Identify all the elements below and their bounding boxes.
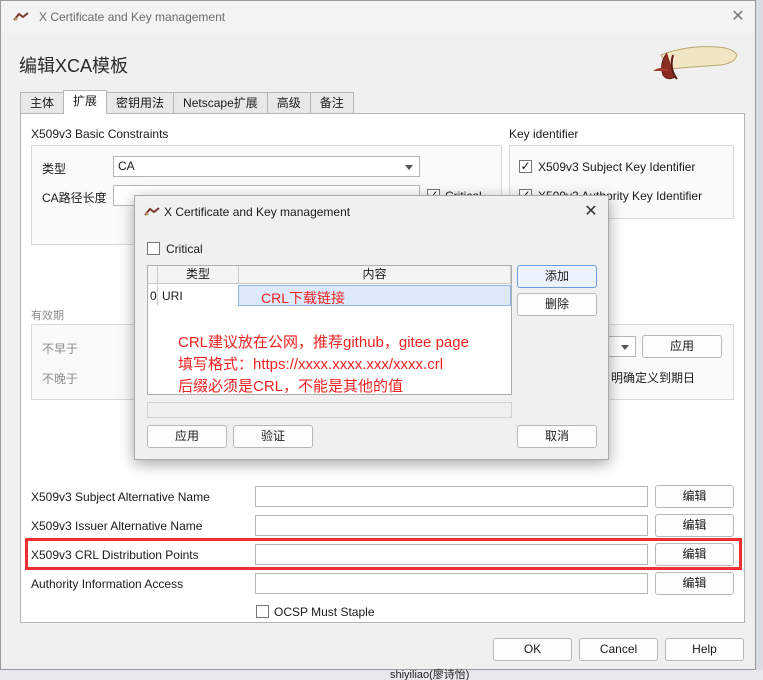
crl-edit-dialog: X Certificate and Key management ✕ Criti… xyxy=(134,195,609,460)
ian-input[interactable] xyxy=(255,515,648,536)
tab-advanced[interactable]: 高级 xyxy=(266,92,311,114)
close-icon[interactable]: ✕ xyxy=(729,6,747,26)
validity-apply-button[interactable]: 应用 xyxy=(642,335,722,358)
dialog-critical-label: Critical xyxy=(166,242,203,256)
row-content-cell[interactable]: CRL下载链接 xyxy=(238,285,511,306)
column-header-content: 内容 xyxy=(239,266,511,284)
dialog-title-bar[interactable]: X Certificate and Key management ✕ xyxy=(135,196,608,226)
key-identifier-title: Key identifier xyxy=(509,127,579,141)
background-window-edge xyxy=(756,0,763,670)
san-edit-button[interactable]: 编辑 xyxy=(655,485,734,508)
san-label: X509v3 Subject Alternative Name xyxy=(31,490,210,504)
row-content-text: CRL下载链接 xyxy=(261,290,346,306)
crl-highlight-box xyxy=(25,538,742,570)
help-button[interactable]: Help xyxy=(665,638,744,661)
ocsp-checkbox[interactable] xyxy=(256,605,269,618)
ski-checkbox[interactable]: ✓ xyxy=(519,160,532,173)
dialog-title: X Certificate and Key management xyxy=(164,205,351,219)
cancel-button[interactable]: Cancel xyxy=(579,638,658,661)
type-label: 类型 xyxy=(42,162,67,176)
annotation-line-1: CRL建议放在公网，推荐github，gitee page xyxy=(178,334,469,351)
annotation-line-3: 后缀必须是CRL，不能是其他的值 xyxy=(178,378,404,395)
san-input[interactable] xyxy=(255,486,648,507)
ocsp-label: OCSP Must Staple xyxy=(274,605,375,619)
page-title: 编辑XCA模板 xyxy=(19,56,129,76)
ca-type-select[interactable]: CA xyxy=(113,156,420,177)
midnight-label: 明确定义到期日 xyxy=(611,371,696,385)
dialog-critical-checkbox[interactable] xyxy=(147,242,160,255)
tab-comment[interactable]: 备注 xyxy=(309,92,354,114)
validity-title: 有效期 xyxy=(31,310,64,322)
ca-type-value: CA xyxy=(118,159,135,173)
title-bar[interactable]: X Certificate and Key management ✕ xyxy=(1,1,755,33)
pathlen-label: CA路径长度 xyxy=(42,191,107,205)
tab-netscape[interactable]: Netscape扩展 xyxy=(173,92,268,114)
taskbar xyxy=(0,670,763,680)
tab-subject[interactable]: 主体 xyxy=(20,92,65,114)
aia-input[interactable] xyxy=(255,573,648,594)
xca-app-icon xyxy=(144,207,160,216)
chevron-down-icon xyxy=(405,165,413,170)
xca-app-icon xyxy=(13,12,29,21)
column-header-type: 类型 xyxy=(158,266,239,284)
close-icon[interactable]: ✕ xyxy=(582,201,600,221)
aia-edit-button[interactable]: 编辑 xyxy=(655,572,734,595)
basic-constraints-title: X509v3 Basic Constraints xyxy=(31,127,169,141)
ok-button[interactable]: OK xyxy=(493,638,572,661)
not-after-label: 不晚于 xyxy=(42,372,79,386)
delete-button[interactable]: 删除 xyxy=(517,293,597,316)
dialog-apply-button[interactable]: 应用 xyxy=(147,425,227,448)
chevron-down-icon xyxy=(621,345,629,350)
horizontal-scrollbar[interactable] xyxy=(147,402,512,418)
aia-label: Authority Information Access xyxy=(31,577,184,591)
table-row[interactable]: 0 URI CRL下载链接 xyxy=(148,284,511,306)
row-type-cell: URI xyxy=(162,289,183,303)
ian-label: X509v3 Issuer Alternative Name xyxy=(31,519,203,533)
tab-bar: 主体 扩展 密钥用法 Netscape扩展 高级 备注 xyxy=(20,90,354,114)
taskbar-user-name: shiyiliao(廖诗怡) xyxy=(390,669,470,680)
add-button[interactable]: 添加 xyxy=(517,265,597,288)
tab-extensions[interactable]: 扩展 xyxy=(63,90,108,114)
scroll-logo-icon xyxy=(653,46,738,80)
annotation-line-2: 填写格式：https://xxxx.xxxx.xxx/xxxx.crl xyxy=(178,356,444,373)
row-header-corner xyxy=(148,266,158,284)
window-title: X Certificate and Key management xyxy=(39,10,226,24)
row-index: 0 xyxy=(150,289,157,303)
ski-label: X509v3 Subject Key Identifier xyxy=(538,160,696,174)
validate-button[interactable]: 验证 xyxy=(233,425,313,448)
tab-key-usage[interactable]: 密钥用法 xyxy=(106,92,175,114)
dialog-cancel-button[interactable]: 取消 xyxy=(517,425,597,448)
ian-edit-button[interactable]: 编辑 xyxy=(655,514,734,537)
not-before-label: 不早于 xyxy=(42,342,79,356)
uri-table: 类型 内容 0 URI CRL下载链接 CRL建议放在公网，推荐github，g… xyxy=(147,265,512,395)
